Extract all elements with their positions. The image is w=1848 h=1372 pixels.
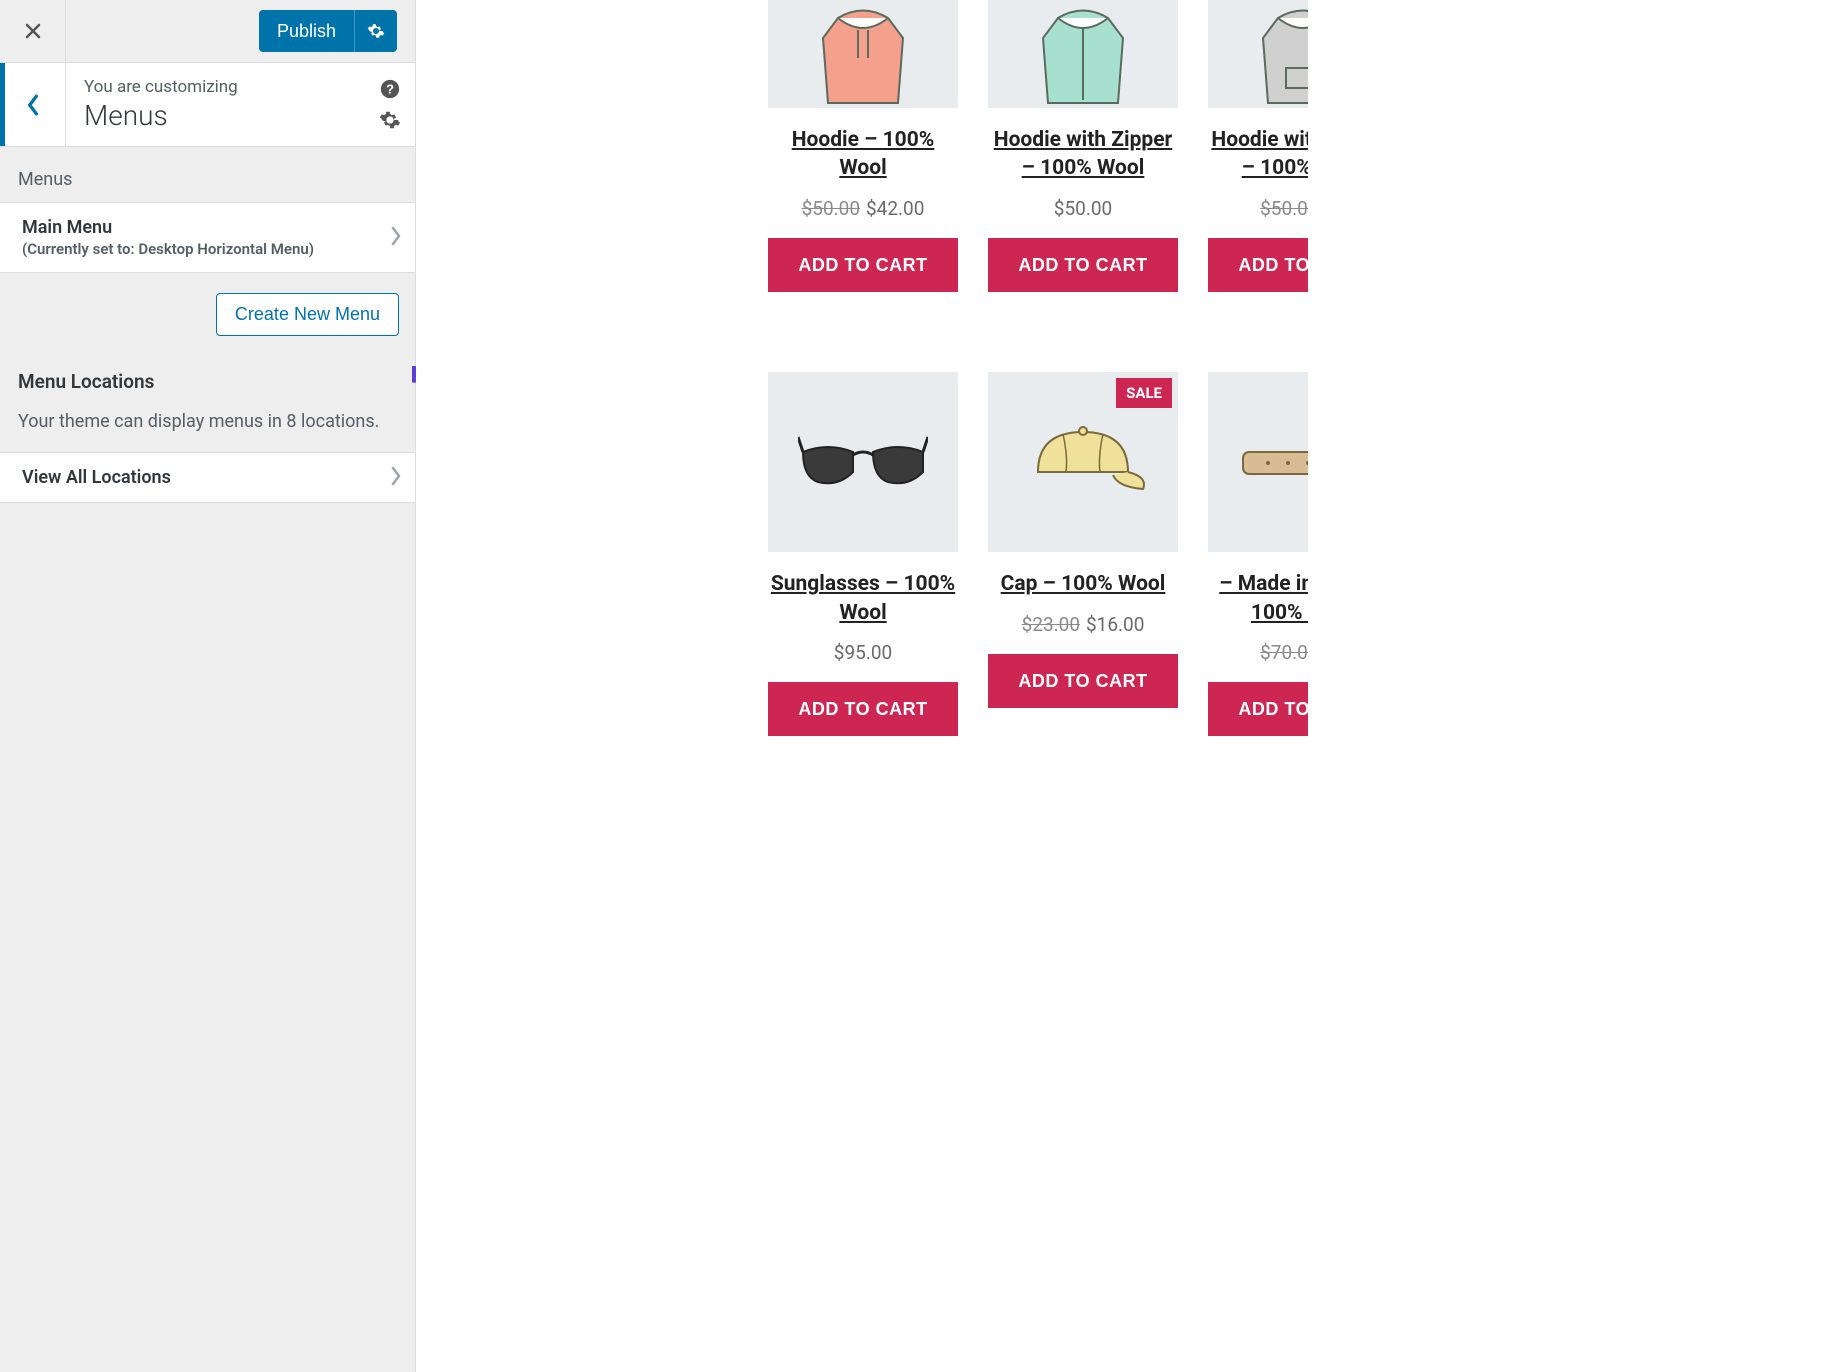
product-card: Hoodie with Zipper – 100% Wool $50.00 AD… bbox=[988, 0, 1178, 292]
create-new-menu-button[interactable]: Create New Menu bbox=[216, 293, 399, 336]
preview-pane: Hoodie – 100% Wool $50.00 $42.00 ADD TO C… bbox=[416, 0, 1848, 1372]
menu-locations-desc: Your theme can display menus in 8 locati… bbox=[0, 405, 415, 452]
add-to-cart-button[interactable]: ADD TO CART bbox=[768, 238, 958, 293]
new-price: $95.00 bbox=[834, 641, 892, 664]
chevron-left-icon bbox=[25, 94, 41, 116]
view-all-locations-label: View All Locations bbox=[22, 467, 375, 488]
new-price: $42.00 bbox=[866, 197, 924, 220]
view-all-locations[interactable]: View All Locations bbox=[0, 452, 415, 503]
publish-settings-icon[interactable] bbox=[354, 10, 397, 52]
add-to-cart-button[interactable]: ADD TO CART bbox=[1208, 238, 1308, 293]
old-price: $23.00 bbox=[1022, 613, 1080, 636]
menu-item-sub: (Currently set to: Desktop Horizontal Me… bbox=[22, 240, 375, 258]
menu-item-title: Main Menu bbox=[22, 217, 375, 238]
menu-locations-label: Menu Locations bbox=[0, 360, 415, 405]
sale-badge: SALE bbox=[1116, 378, 1172, 408]
add-to-cart-button[interactable]: ADD TO CART bbox=[988, 654, 1178, 709]
product-card: SALE – Made in USA by 100% Wool $70.00$5… bbox=[1208, 372, 1308, 736]
product-thumb[interactable] bbox=[768, 372, 958, 552]
product-name[interactable]: – Made in USA by 100% Wool bbox=[1208, 570, 1308, 627]
product-price: $95.00 bbox=[834, 641, 892, 664]
product-name[interactable]: Hoodie with Pocket – 100% Wool bbox=[1208, 126, 1308, 183]
product-grid: Hoodie – 100% Wool $50.00 $42.00 ADD TO C… bbox=[768, 0, 1848, 736]
panel-settings-button[interactable] bbox=[379, 109, 401, 131]
svg-text:?: ? bbox=[386, 81, 394, 96]
active-indicator bbox=[0, 63, 5, 146]
product-price: $50.00 $42.00 bbox=[802, 197, 925, 220]
product-thumb[interactable]: SALE bbox=[988, 372, 1178, 552]
product-price: $23.00 $16.00 bbox=[1022, 613, 1145, 636]
product-thumb[interactable] bbox=[768, 0, 958, 108]
cap-icon bbox=[1018, 417, 1148, 507]
product-price: $50.00 bbox=[1054, 197, 1112, 220]
product-name[interactable]: Hoodie – 100% Wool bbox=[768, 126, 958, 183]
publish-row: Publish bbox=[66, 0, 415, 62]
old-price: $50.00 bbox=[1260, 197, 1308, 220]
chevron-right-icon bbox=[389, 226, 403, 250]
product-name[interactable]: Sunglasses – 100% Wool bbox=[768, 570, 958, 627]
add-to-cart-button[interactable]: ADD TO CART bbox=[988, 238, 1178, 293]
product-card: Sunglasses – 100% Wool $95.00 ADD TO CAR… bbox=[768, 372, 958, 736]
belt-icon bbox=[1238, 427, 1308, 497]
gear-icon bbox=[367, 22, 385, 40]
panel-title-wrap: You are customizing Menus ? bbox=[66, 63, 415, 146]
hoodie-icon bbox=[1023, 8, 1143, 108]
product-thumb[interactable]: SALE bbox=[1208, 372, 1308, 552]
product-card: SALE Cap – 100% Wool $23.00 $16.00 ADD TO… bbox=[988, 372, 1178, 708]
product-name[interactable]: Cap – 100% Wool bbox=[1001, 570, 1166, 598]
menus-section-label: Menus bbox=[0, 147, 415, 202]
close-icon bbox=[23, 21, 43, 41]
product-thumb[interactable] bbox=[988, 0, 1178, 108]
help-icon: ? bbox=[379, 78, 401, 100]
old-price: $50.00 bbox=[802, 197, 860, 220]
create-menu-row: Create New Menu bbox=[0, 273, 415, 360]
back-button[interactable] bbox=[0, 63, 66, 146]
close-button[interactable] bbox=[0, 0, 66, 62]
add-to-cart-button[interactable]: ADD TO CART bbox=[1208, 682, 1308, 737]
panel-subtitle: You are customizing bbox=[84, 77, 403, 97]
product-name[interactable]: Hoodie with Zipper – 100% Wool bbox=[988, 126, 1178, 183]
customizer-sidebar: Publish You are customizing Menus ? bbox=[0, 0, 416, 1372]
add-to-cart-button[interactable]: ADD TO CART bbox=[768, 682, 958, 737]
panel-title: Menus bbox=[84, 99, 403, 132]
sunglasses-icon bbox=[798, 427, 928, 497]
publish-label: Publish bbox=[259, 21, 354, 42]
panel-header-icons: ? bbox=[379, 63, 401, 146]
menu-item-main-menu[interactable]: Main Menu (Currently set to: Desktop Hor… bbox=[0, 202, 415, 273]
hoodie-icon bbox=[803, 8, 923, 108]
product-price: $50.00$3 bbox=[1260, 197, 1308, 220]
product-card: Hoodie – 100% Wool $50.00 $42.00 ADD TO C… bbox=[768, 0, 958, 292]
old-price: $70.00 bbox=[1260, 641, 1308, 664]
panel-header: You are customizing Menus ? bbox=[0, 62, 415, 147]
new-price: $50.00 bbox=[1054, 197, 1112, 220]
publish-button[interactable]: Publish bbox=[259, 10, 397, 52]
help-button[interactable]: ? bbox=[379, 78, 401, 100]
chevron-right-icon bbox=[389, 466, 403, 490]
sidebar-top-row: Publish bbox=[0, 0, 415, 62]
new-price: $16.00 bbox=[1086, 613, 1144, 636]
product-thumb[interactable] bbox=[1208, 0, 1308, 108]
hoodie-icon bbox=[1243, 8, 1308, 108]
gear-icon bbox=[379, 109, 401, 131]
product-card: Hoodie with Pocket – 100% Wool $50.00$3 … bbox=[1208, 0, 1308, 292]
product-price: $70.00$5 bbox=[1260, 641, 1308, 664]
